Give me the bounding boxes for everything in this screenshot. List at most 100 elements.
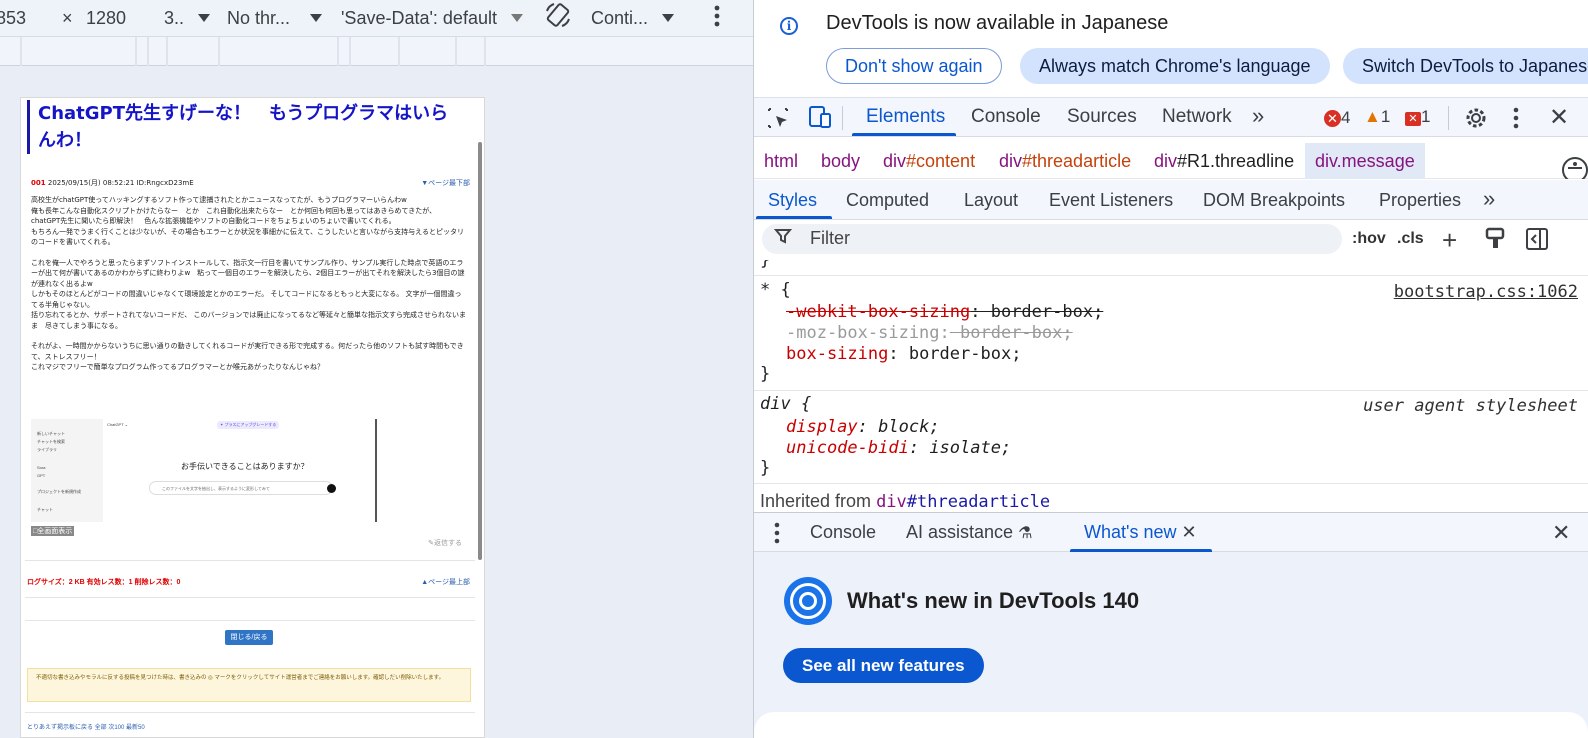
drawer-tab-console[interactable]: Console [810,522,876,543]
css-property-value: block; [867,417,940,437]
crumb-content[interactable]: div#content [883,151,975,172]
inherited-tag: div [876,492,907,510]
tab-sources[interactable]: Sources [1067,106,1137,128]
css-property-value: border-box; [980,302,1104,322]
screenshot-sidebar-item: GPT [37,473,46,478]
close-tab-icon[interactable]: ✕ [1182,522,1197,542]
tab-styles[interactable]: Styles [768,190,817,211]
media-query-ruler[interactable] [0,36,753,66]
close-devtools-icon[interactable]: ✕ [1549,103,1569,132]
notice-box: 不適切な書き込みやモラルに反する投稿を見つけた時は、書き込みの ◎ マークをクリ… [27,668,471,702]
more-subtabs-icon[interactable]: » [1483,186,1495,212]
drawer-menu-icon[interactable] [772,521,782,550]
footer-link[interactable]: とりあえず掲示板に戻る 全部 次100 最新50 [27,722,145,731]
css-colon: : [888,344,899,364]
warning-counter[interactable]: ▲1 [1364,107,1390,127]
tab-dom-breakpoints[interactable]: DOM Breakpoints [1203,190,1345,211]
css-property-name: unicode-bidi [786,438,909,458]
save-data-dropdown[interactable]: 'Save-Data': default [341,6,523,30]
switch-language-button[interactable]: Switch DevTools to Japanese [1343,48,1588,84]
styles-rules-pane: } * { bootstrap.css:1062 -webkit-box-siz… [754,260,1588,510]
page-bottom-link[interactable]: ▼ページ最下部 [421,178,470,188]
warning-icon: ▲ [1364,107,1381,126]
tab-layout[interactable]: Layout [964,190,1018,211]
paint-brush-icon[interactable] [1484,227,1506,256]
device-toolbar-icon[interactable] [806,105,834,134]
more-tabs-icon[interactable]: » [1252,103,1264,129]
css-property-value: border-box; [949,323,1073,343]
crumb-id: #content [906,151,976,171]
devtools-logo-icon [784,577,832,625]
screenshot-sidebar-item: チャットを検索 [37,439,65,444]
close-back-button[interactable]: 閉じる/戻る [225,630,273,645]
dont-show-again-button[interactable]: Don't show again [826,48,1002,84]
rule-selector[interactable]: div { [760,394,811,415]
drawer-tab-whats-new[interactable]: What's new ✕ [1084,522,1197,543]
tab-elements[interactable]: Elements [866,106,945,128]
rule-selector[interactable]: * { [760,280,791,301]
width-field[interactable]: 853 [0,6,26,30]
screenshot-composer-text: このファイルを文字を抽出し、表示するように変形してみて [162,486,270,491]
throttle-dropdown[interactable]: No thr... [227,6,323,30]
hover-state-button[interactable]: :hov [1352,230,1386,248]
attached-screenshot[interactable]: 新しいチャット チャットを検索 ライブラリ Sora GPT プロジェクトを新規… [31,419,377,522]
crumb-tag: div [999,151,1023,171]
close-drawer-icon[interactable]: ✕ [1552,520,1570,546]
rule-source-link[interactable]: bootstrap.css:1062 [1394,282,1578,303]
css-declaration[interactable]: -moz-box-sizing: border-box; [786,323,1073,344]
see-all-features-button[interactable]: See all new features [783,648,984,683]
divider [25,712,475,713]
fullscreen-badge[interactable]: □全画面表示 [31,526,75,536]
tab-network[interactable]: Network [1162,106,1232,128]
screenshot-sidebar-item: チャット [37,507,53,512]
issues-count: 1 [1421,107,1431,126]
new-rule-plus-icon[interactable]: + [1442,227,1457,253]
css-property-name: display [786,417,858,437]
page-top-link[interactable]: ▲ページ最上部 [421,577,470,587]
dimensions-times: × [62,6,73,30]
css-colon: : [939,323,950,343]
mode-dropdown[interactable]: Conti... [591,6,675,30]
screenshot-question: お手伝いできることはありますか？ [181,462,309,471]
crumb-html[interactable]: html [764,151,798,172]
whats-new-card [754,712,1588,738]
match-language-button[interactable]: Always match Chrome's language [1020,48,1330,84]
crumb-r1[interactable]: div#R1.threadline [1154,151,1294,172]
mode-value: Conti... [591,7,649,28]
tab-properties[interactable]: Properties [1379,190,1461,211]
filter-input[interactable]: Filter [762,224,1342,254]
css-declaration[interactable]: -webkit-box-sizing: border-box; [786,302,1103,323]
zoom-dropdown[interactable]: 3.. [164,6,211,30]
rule-source-label: user agent stylesheet [1363,396,1578,416]
drawer-tab-label: AI assistance [906,522,1014,542]
reply-link[interactable]: ✎返信する [428,538,462,548]
settings-gear-icon[interactable] [1463,105,1489,136]
emulated-page: ChatGPT先生すげーな！ もうプログラマはいらんわ！ 001 2025/09… [20,97,485,738]
error-counter[interactable]: ✕ 4 [1324,108,1350,128]
crumb-body-tag: body [821,151,861,171]
toggle-sidebar-icon[interactable] [1525,227,1549,256]
drawer-tab-label: What's new [1084,522,1177,542]
crumb-threadarticle[interactable]: div#threadarticle [999,151,1131,172]
crumb-body[interactable]: body [821,151,860,172]
inherited-selector-link[interactable]: div#threadarticle [876,492,1050,510]
class-toggle-button[interactable]: .cls [1397,230,1424,248]
page-scrollbar[interactable] [477,100,483,736]
divider [25,620,475,621]
device-viewport-pane: 853 × 1280 3.. No thr... 'Save-Data': de… [0,0,753,738]
post-number: 001 [31,179,46,187]
more-options-icon[interactable] [712,4,722,28]
tab-computed[interactable]: Computed [846,190,929,211]
issues-counter[interactable]: ✕ 1 [1405,107,1430,127]
height-field[interactable]: 1280 [86,6,126,30]
tab-console[interactable]: Console [971,106,1041,128]
css-colon: : [857,417,868,437]
customize-menu-icon[interactable] [1511,106,1521,135]
height-value: 1280 [86,7,127,28]
crumb-message-selected[interactable]: div.message [1305,143,1425,179]
tab-event-listeners[interactable]: Event Listeners [1049,190,1173,211]
css-declaration[interactable]: box-sizing: border-box; [786,344,1021,365]
inspect-element-icon[interactable] [766,106,790,135]
rotate-icon[interactable] [544,3,572,27]
drawer-tab-ai-assistance[interactable]: AI assistance ⚗ [906,522,1032,543]
